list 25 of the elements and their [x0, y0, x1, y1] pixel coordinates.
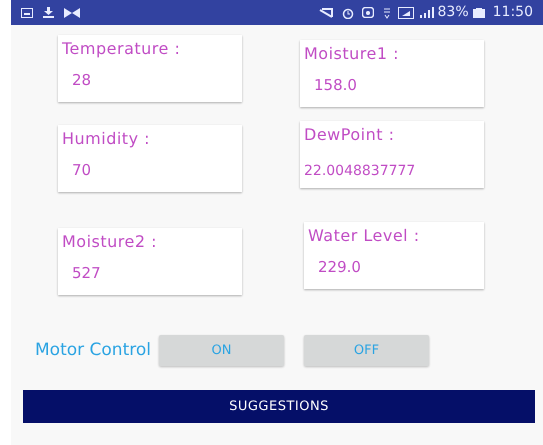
- sensor-label: DewPoint :: [304, 124, 396, 146]
- screen-icon: [398, 6, 414, 18]
- alarm-icon: [342, 6, 354, 18]
- sensor-label: Moisture1 :: [304, 43, 400, 65]
- sensor-value: 527: [71, 263, 102, 284]
- motor-button[interactable]: ON: [158, 335, 284, 366]
- download-icon: [43, 7, 54, 18]
- sensor-value: 70: [71, 160, 92, 181]
- clock-time: 11:50: [492, 3, 533, 22]
- sensor-label: Moisture2 :: [62, 231, 158, 253]
- bowtie-icon: [64, 8, 80, 18]
- motor-control-label: Motor Control: [35, 338, 151, 362]
- sensor-label: Water Level :: [308, 225, 421, 247]
- sensor-value: 229.0: [317, 257, 362, 278]
- battery-percent: 83%: [438, 3, 469, 22]
- motor-button[interactable]: OFF: [304, 335, 429, 366]
- suggestions-button[interactable]: SUGGESTIONS: [23, 390, 535, 423]
- sensor-label: Humidity :: [62, 128, 152, 150]
- sensor-value: 22.0048837777: [304, 162, 416, 181]
- sensor-label: Temperature :: [62, 38, 182, 60]
- battery-icon: [472, 8, 485, 18]
- image-icon: [21, 8, 33, 18]
- sensor-value: 158.0: [313, 75, 358, 96]
- signal-icon: [420, 7, 434, 18]
- sensor-value: 28: [71, 70, 92, 91]
